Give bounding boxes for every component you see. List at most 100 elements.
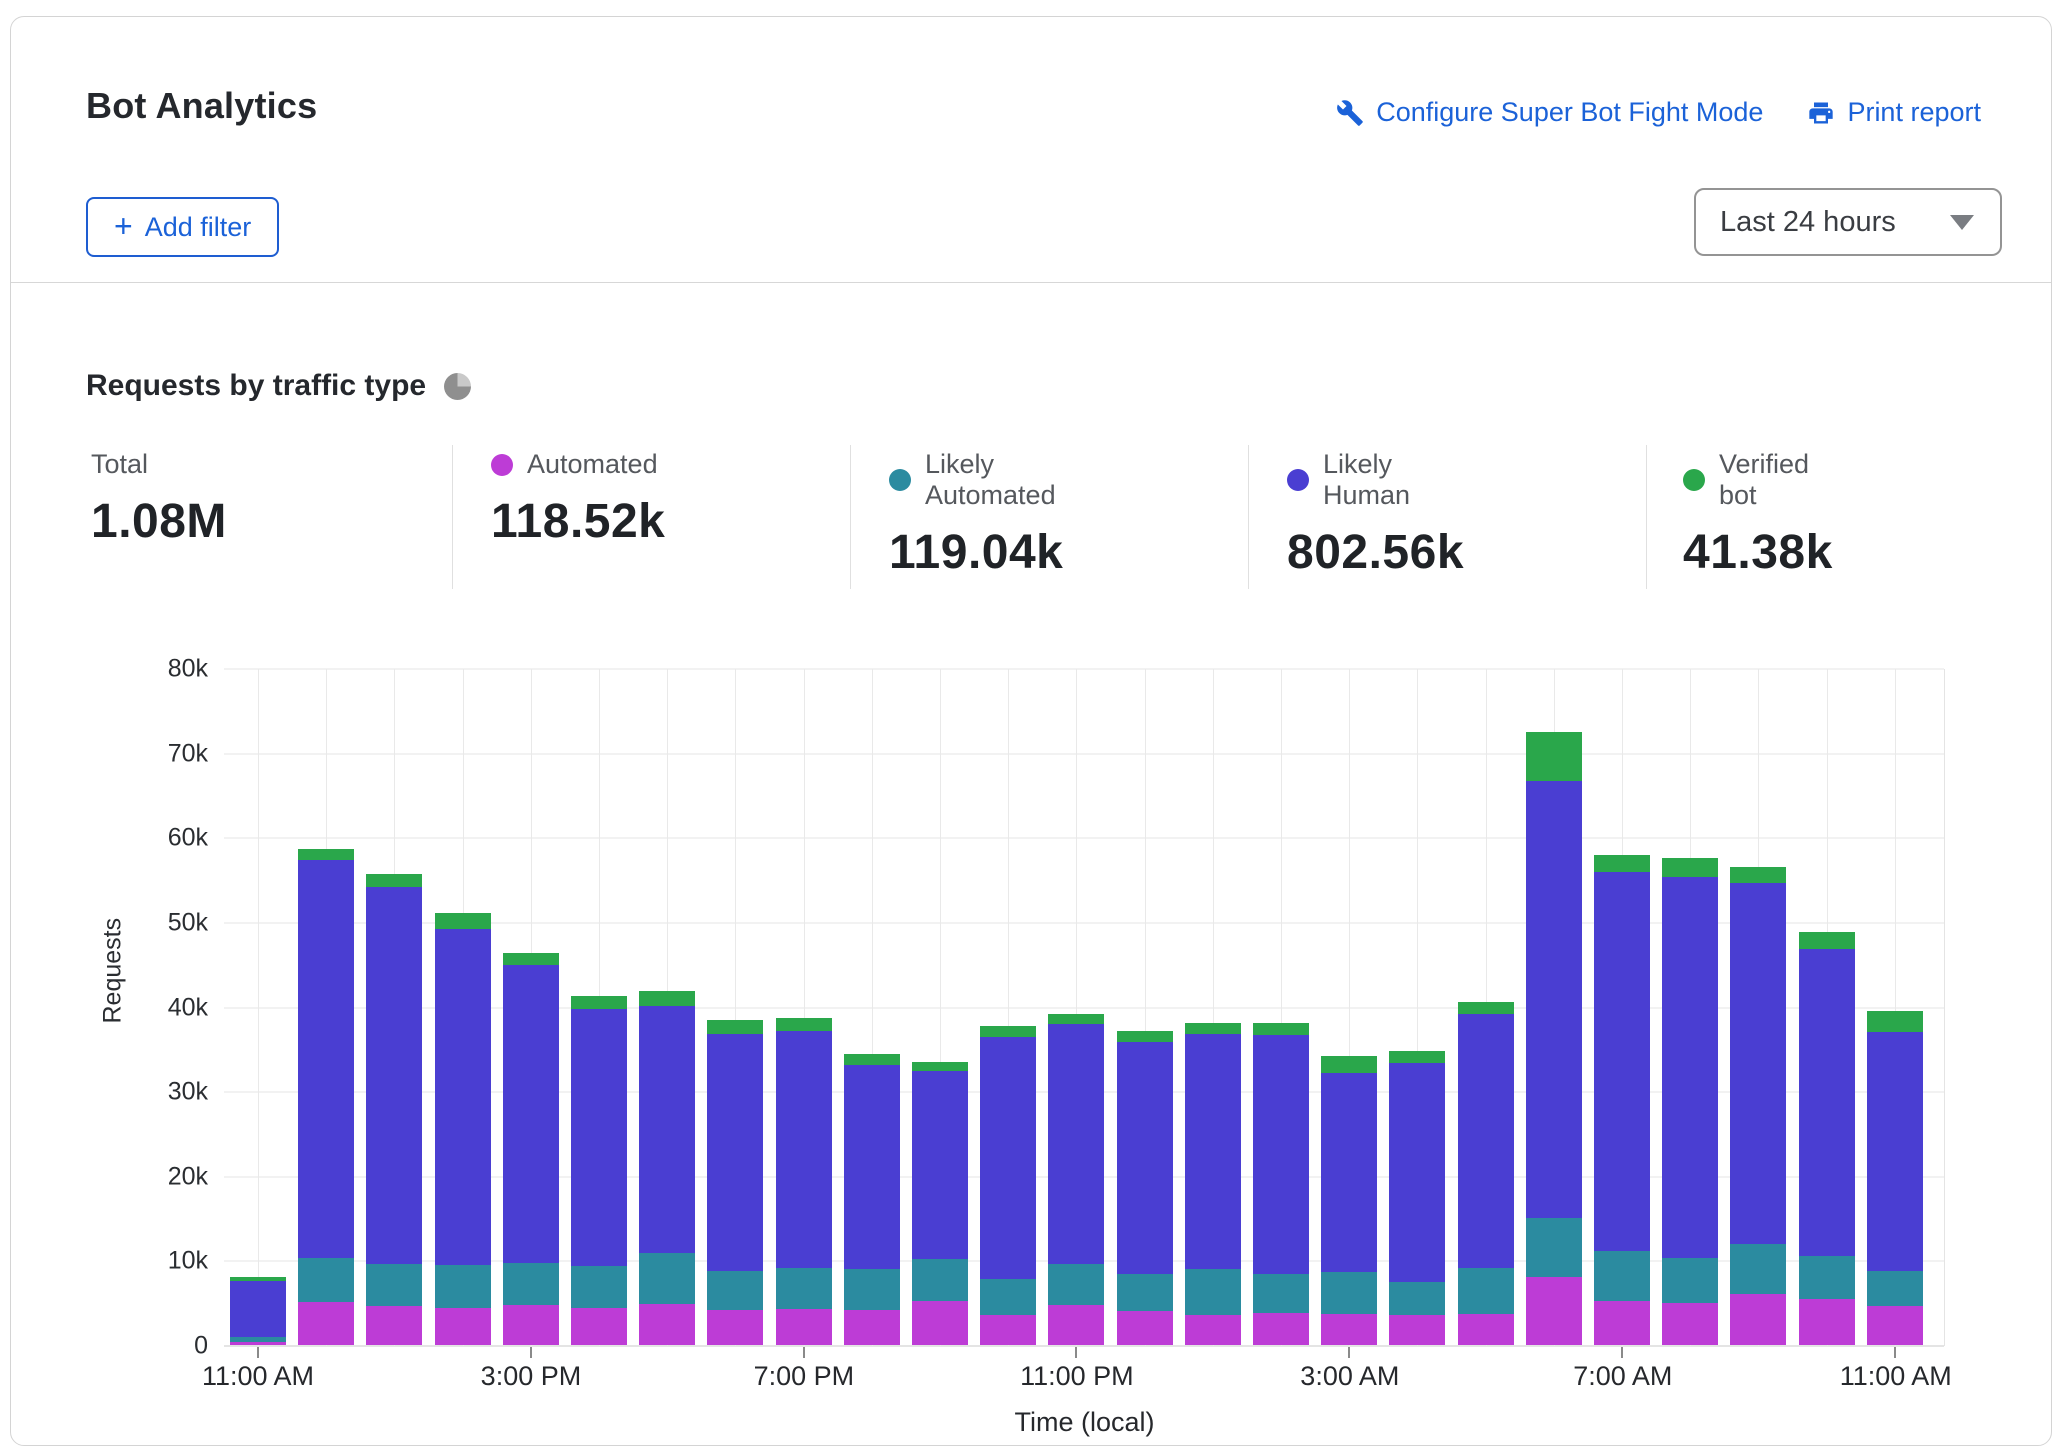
bar-segment-likely-human — [229, 1280, 286, 1337]
bar-segment-likely-human — [843, 1064, 900, 1269]
bar-segment-likely-automated — [298, 1257, 355, 1302]
bar-segment-automated — [1184, 1315, 1241, 1345]
stacked-bar-600am[interactable] — [1525, 668, 1582, 1345]
stacked-bar-200am[interactable] — [1252, 668, 1309, 1345]
stacked-bar-800am[interactable] — [1662, 668, 1719, 1345]
stacked-bar-1200am[interactable] — [1116, 668, 1173, 1345]
time-range-select[interactable]: Last 24 hours — [1694, 188, 2002, 256]
stat-value: 41.38k — [1683, 526, 1833, 579]
print-link-label: Print report — [1847, 97, 1981, 127]
bar-segment-automated — [980, 1315, 1037, 1345]
stacked-bar-1200pm[interactable] — [298, 668, 355, 1345]
bar-segment-verified-bot — [980, 1026, 1037, 1037]
stacked-bar-700pm[interactable] — [775, 668, 832, 1345]
stacked-bar-1100pm[interactable] — [1048, 668, 1105, 1345]
stacked-bar-200pm[interactable] — [434, 668, 491, 1345]
stacked-bar-500am[interactable] — [1457, 668, 1514, 1345]
stacked-bar-900am[interactable] — [1730, 668, 1787, 1345]
bar-segment-automated — [1048, 1305, 1105, 1345]
bar-segment-verified-bot — [911, 1061, 968, 1071]
bar-segment-likely-human — [1252, 1035, 1309, 1274]
y-tick-label: 50k — [167, 908, 208, 937]
stacked-bar-700am[interactable] — [1593, 668, 1650, 1345]
bar-segment-likely-automated — [1389, 1282, 1446, 1316]
bar-segment-likely-automated — [1662, 1257, 1719, 1303]
bar-segment-verified-bot — [1389, 1050, 1446, 1064]
stacked-bar-1000pm[interactable] — [980, 668, 1037, 1345]
bar-segment-likely-human — [1866, 1031, 1923, 1272]
stacked-bar-900pm[interactable] — [911, 668, 968, 1345]
plot-area — [224, 668, 1945, 1358]
bar-segment-automated — [1525, 1277, 1582, 1345]
y-tick-label: 10k — [167, 1246, 208, 1275]
bar-segment-verified-bot — [1730, 866, 1787, 883]
bar-segment-automated — [1798, 1299, 1855, 1345]
y-tick-label: 70k — [167, 739, 208, 768]
bar-segment-automated — [843, 1310, 900, 1345]
bar-segment-likely-automated — [1184, 1268, 1241, 1316]
y-tick-label: 0 — [194, 1331, 208, 1360]
y-tick-label: 60k — [167, 823, 208, 852]
stacked-bar-600pm[interactable] — [707, 668, 764, 1345]
bar-segment-likely-human — [1798, 948, 1855, 1257]
stat-separator — [452, 445, 453, 589]
stat-value: 118.52k — [491, 495, 666, 548]
y-tick-label: 20k — [167, 1162, 208, 1191]
likely-human-dot — [1287, 469, 1309, 491]
stacked-bar-100pm[interactable] — [366, 668, 423, 1345]
bar-segment-verified-bot — [843, 1053, 900, 1065]
stat-label: Total — [91, 449, 149, 479]
stacked-bar-1100am[interactable] — [229, 668, 286, 1345]
automated-dot — [491, 453, 513, 476]
wrench-icon — [1336, 99, 1364, 127]
bot-analytics-page: Bot Analytics Configure Super Bot Fight … — [0, 0, 2062, 1450]
likely-automated-dot — [889, 469, 911, 491]
stat-label: Verified bot — [1719, 449, 1810, 510]
bar-segment-likely-human — [1525, 781, 1582, 1219]
configure-link-label: Configure Super Bot Fight Mode — [1376, 97, 1764, 127]
bar-segment-likely-automated — [1321, 1272, 1378, 1314]
bar-segment-likely-automated — [911, 1258, 968, 1301]
bar-segment-likely-automated — [1525, 1218, 1582, 1278]
bar-segment-verified-bot — [1866, 1010, 1923, 1032]
stacked-bar-300pm[interactable] — [502, 668, 559, 1345]
bar-segment-automated — [911, 1301, 968, 1345]
plus-icon: + — [114, 207, 133, 244]
bar-segment-automated — [1662, 1302, 1719, 1345]
bar-segment-likely-human — [366, 887, 423, 1264]
bar-segment-likely-human — [1184, 1033, 1241, 1269]
bar-segment-automated — [1252, 1312, 1309, 1345]
stacked-bar-1000am[interactable] — [1798, 668, 1855, 1345]
stacked-bar-400pm[interactable] — [570, 668, 627, 1345]
bar-segment-likely-automated — [1252, 1273, 1309, 1313]
stacked-bar-800pm[interactable] — [843, 668, 900, 1345]
add-filter-button[interactable]: + Add filter — [86, 197, 280, 257]
stat-label: Likely Automated — [925, 449, 1056, 510]
stacked-bar-500pm[interactable] — [639, 668, 696, 1345]
x-tick-mark — [1075, 1347, 1078, 1358]
stacked-bar-100am[interactable] — [1184, 668, 1241, 1345]
x-tick-label: 11:00 AM — [201, 1361, 315, 1391]
print-report-link[interactable]: Print report — [1807, 97, 1981, 128]
stat-automated: Automated 118.52k — [491, 449, 665, 549]
bar-segment-automated — [639, 1304, 696, 1345]
stacked-bar-400am[interactable] — [1389, 668, 1446, 1345]
bar-segment-verified-bot — [298, 849, 355, 861]
bar-segment-likely-automated — [366, 1263, 423, 1307]
bar-segment-likely-human — [911, 1070, 968, 1259]
x-tick-label: 11:00 PM — [1020, 1361, 1134, 1391]
bar-segment-automated — [434, 1307, 491, 1345]
stat-verified-bot: Verified bot 41.38k — [1683, 449, 1833, 580]
bar-segment-automated — [366, 1306, 423, 1345]
bar-segment-likely-human — [1457, 1014, 1514, 1269]
bar-segment-verified-bot — [775, 1017, 832, 1032]
bar-segment-likely-human — [775, 1031, 832, 1269]
bar-segment-likely-human — [1730, 882, 1787, 1245]
stacked-bar-1100am[interactable] — [1866, 668, 1923, 1345]
bar-segment-likely-human — [1593, 871, 1650, 1252]
configure-super-bot-fight-mode-link[interactable]: Configure Super Bot Fight Mode — [1336, 97, 1763, 128]
bar-segment-automated — [775, 1308, 832, 1345]
bar-segment-likely-automated — [775, 1268, 832, 1309]
stacked-bar-300am[interactable] — [1321, 668, 1378, 1345]
stat-separator — [1248, 445, 1249, 589]
